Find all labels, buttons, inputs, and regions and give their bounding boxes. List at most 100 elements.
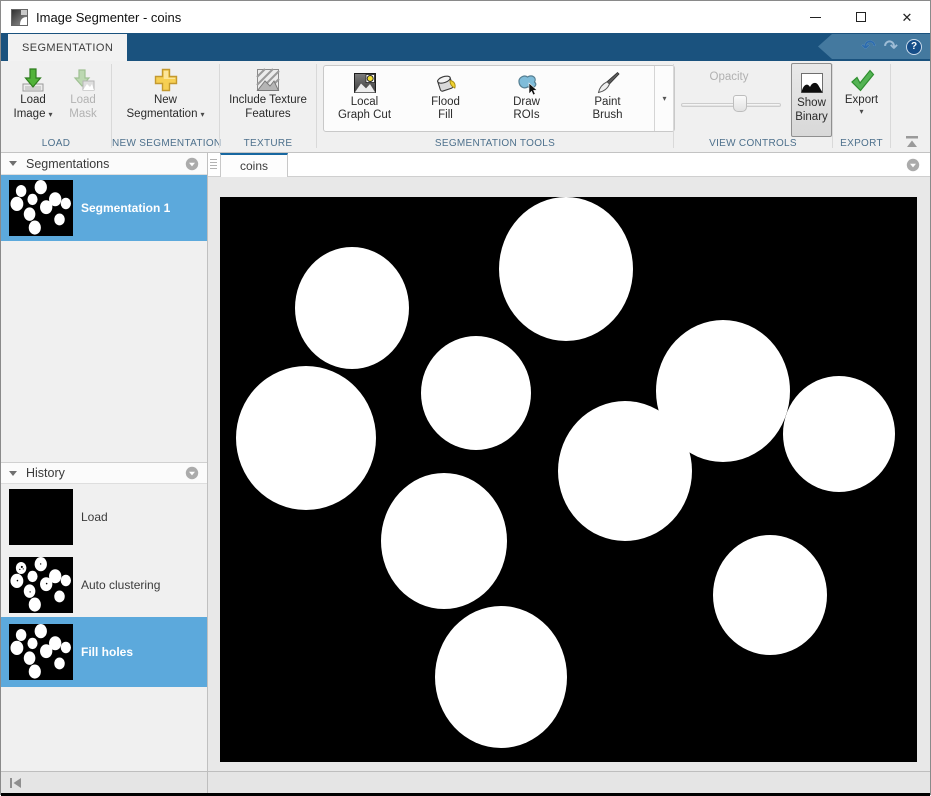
load-mask-button[interactable]: Load Mask: [59, 63, 107, 121]
history-item-auto-clustering[interactable]: Auto clustering: [1, 554, 207, 616]
history-item-fill-holes[interactable]: Fill holes: [1, 617, 207, 687]
section-load: Load Image▾ Load Mask LOAD: [1, 61, 111, 153]
app-window: Image Segmenter - coins ✕ SEGMENTATION ↶…: [0, 0, 931, 795]
show-binary-label-1: Show: [797, 96, 826, 110]
ribbon-tab-strip: SEGMENTATION ↶ ↷ ?: [1, 33, 930, 61]
draw-rois-icon: [514, 70, 540, 96]
section-new-segmentation-label: NEW SEGMENTATION: [112, 138, 219, 149]
load-mask-label-2: Mask: [69, 107, 96, 121]
panel-grip-icon[interactable]: [210, 157, 218, 173]
undo-icon[interactable]: ↶: [862, 38, 876, 55]
close-icon: ✕: [902, 11, 913, 24]
minimize-button[interactable]: [792, 1, 838, 33]
draw-rois-button[interactable]: Draw ROIs: [486, 66, 567, 131]
history-fill-holes-thumbnail: [9, 624, 73, 680]
load-image-button[interactable]: Load Image▾: [9, 63, 57, 121]
gallery-dropdown-button[interactable]: ▾: [654, 66, 674, 131]
segmentation-list-item[interactable]: Segmentation 1: [1, 175, 207, 241]
section-tools-label: SEGMENTATION TOOLS: [317, 138, 673, 149]
panel-menu-icon[interactable]: [185, 157, 199, 171]
collapse-triangle-icon[interactable]: [9, 161, 17, 166]
app-icon: [11, 9, 28, 26]
load-mask-label-1: Load: [70, 93, 96, 107]
section-divider: [890, 64, 891, 148]
maximize-button[interactable]: [838, 1, 884, 33]
flood-fill-label-1: Flood: [431, 96, 460, 109]
texture-label-1: Include Texture: [229, 93, 307, 107]
flood-fill-button[interactable]: Flood Fill: [405, 66, 486, 131]
history-load-label: Load: [81, 510, 108, 524]
section-export: Export ▾ EXPORT: [833, 61, 890, 153]
texture-label-2: Features: [245, 107, 290, 121]
segmentation-thumbnail: [9, 180, 73, 236]
paint-brush-button[interactable]: Paint Brush: [567, 66, 648, 131]
tools-gallery: Local Graph Cut Flood Fill: [323, 65, 675, 132]
history-load-thumbnail: [9, 489, 73, 545]
export-check-icon: [849, 67, 875, 93]
status-bar-left: [1, 772, 208, 793]
tab-coins[interactable]: coins: [220, 153, 288, 177]
show-binary-label-2: Binary: [795, 110, 828, 124]
load-mask-icon: [70, 67, 96, 93]
new-segmentation-button[interactable]: New Segmentation▾: [116, 63, 215, 121]
texture-icon: [255, 67, 281, 93]
status-bar: [1, 771, 930, 793]
history-panel-header[interactable]: History: [1, 462, 207, 484]
history-panel-title: History: [26, 466, 185, 480]
title-bar: Image Segmenter - coins ✕: [1, 1, 930, 33]
section-segmentation-tools: Local Graph Cut Flood Fill: [317, 61, 673, 153]
panel-menu-icon[interactable]: [185, 466, 199, 480]
collapse-ribbon-button[interactable]: [904, 135, 920, 148]
history-auto-clustering-label: Auto clustering: [81, 578, 160, 592]
show-binary-icon: [799, 70, 825, 96]
section-export-label: EXPORT: [833, 138, 890, 149]
export-button[interactable]: Export ▾: [837, 63, 886, 117]
new-segmentation-icon: [153, 67, 179, 93]
dropdown-caret-icon: ▾: [200, 110, 204, 119]
section-view-controls: Opacity Show Binary VIEW CONTROLS: [674, 61, 832, 153]
export-caret-icon: ▾: [859, 107, 863, 117]
document-area: coins: [208, 153, 930, 771]
local-graph-cut-label-1: Local: [351, 96, 379, 109]
close-button[interactable]: ✕: [884, 1, 930, 33]
section-view-controls-label: VIEW CONTROLS: [674, 138, 832, 149]
opacity-label: Opacity: [674, 71, 784, 83]
local-graph-cut-button[interactable]: Local Graph Cut: [324, 66, 405, 131]
opacity-slider[interactable]: [681, 91, 781, 113]
history-item-load[interactable]: Load: [1, 486, 207, 548]
binary-image-canvas[interactable]: [220, 197, 917, 762]
document-menu-icon[interactable]: [906, 158, 920, 172]
new-segmentation-label-2: Segmentation▾: [127, 107, 205, 121]
window-title: Image Segmenter - coins: [36, 10, 181, 25]
document-tab-bar: coins: [208, 153, 930, 177]
help-icon[interactable]: ?: [906, 39, 922, 55]
load-image-icon: [20, 67, 46, 93]
collapse-panel-icon[interactable]: [9, 777, 23, 789]
opacity-slider-thumb[interactable]: [733, 95, 747, 112]
load-image-label-2: Image▾: [14, 107, 53, 121]
tab-segmentation[interactable]: SEGMENTATION: [8, 34, 127, 61]
show-binary-button[interactable]: Show Binary: [791, 63, 832, 137]
left-panel: Segmentations Segmentation 1 History Loa…: [1, 153, 208, 771]
new-segmentation-label-1: New: [154, 93, 177, 107]
section-texture: Include Texture Features TEXTURE: [220, 61, 316, 153]
redo-icon[interactable]: ↷: [884, 38, 898, 55]
export-label: Export: [845, 93, 878, 107]
segmentations-panel-header[interactable]: Segmentations: [1, 153, 207, 175]
gallery-dropdown-caret-icon: ▾: [662, 94, 666, 104]
section-texture-label: TEXTURE: [220, 138, 316, 149]
draw-rois-label-1: Draw: [513, 96, 540, 109]
flood-fill-label-2: Fill: [438, 109, 453, 122]
window-controls: ✕: [792, 1, 930, 33]
draw-rois-label-2: ROIs: [513, 109, 539, 122]
minimize-icon: [810, 17, 821, 18]
paint-brush-label-2: Brush: [592, 109, 622, 122]
local-graph-cut-label-2: Graph Cut: [338, 109, 391, 122]
paint-brush-icon: [595, 70, 621, 96]
local-graph-cut-icon: [352, 70, 378, 96]
collapse-triangle-icon[interactable]: [9, 471, 17, 476]
section-load-label: LOAD: [1, 138, 111, 149]
include-texture-features-button[interactable]: Include Texture Features: [222, 63, 314, 121]
main-area: Segmentations Segmentation 1 History Loa…: [1, 153, 930, 771]
segmentations-panel-title: Segmentations: [26, 157, 185, 171]
